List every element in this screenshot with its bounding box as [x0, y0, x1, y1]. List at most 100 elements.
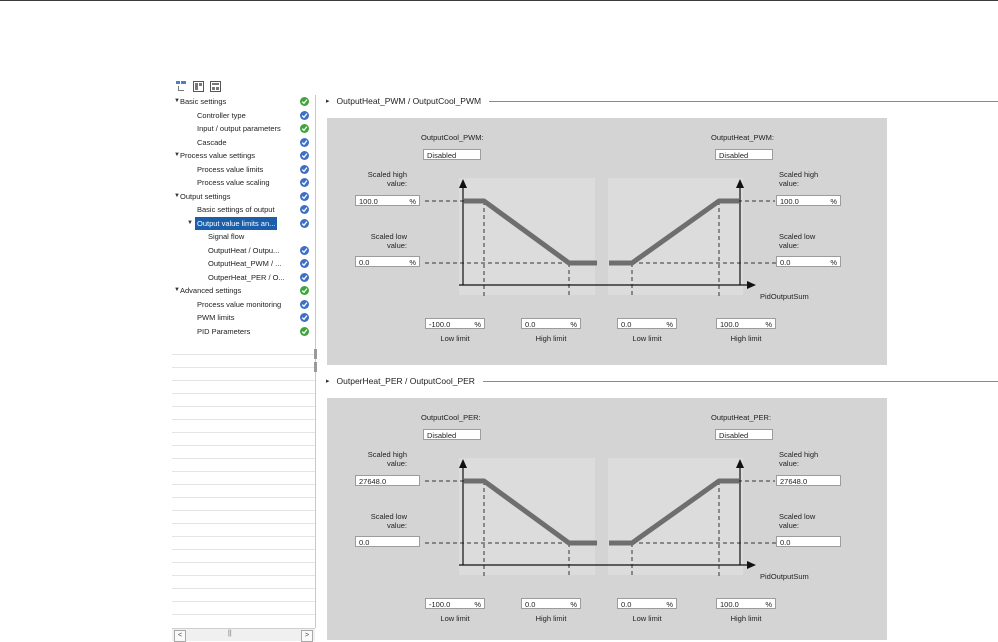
section-header-pwm[interactable]: ▸ OutputHeat_PWM / OutputCool_PWM [326, 95, 998, 107]
field-value: -100.0 [429, 320, 451, 329]
scaled-low-right-field[interactable]: 0.0% [776, 256, 841, 267]
tree-item[interactable]: ▼ Process value settings [172, 149, 315, 162]
tree-item-label: OutperHeat_PER / O... [208, 272, 285, 282]
scroll-thumb[interactable]: || [228, 630, 232, 637]
field-value: 0.0 [359, 538, 370, 547]
scaled-high-label-left: Scaled high value: [367, 450, 407, 468]
status-ok-icon [300, 97, 309, 106]
tree-item[interactable]: Basic settings of output [172, 203, 315, 216]
tree-item-label: Process value limits [197, 164, 264, 174]
output-cool-mode-field[interactable]: Disabled [423, 149, 481, 160]
scaled-high-left-field[interactable]: 100.0% [355, 195, 420, 206]
scaled-low-label-right: Scaled low value: [779, 512, 816, 530]
tree-item[interactable]: OutperHeat_PER / O... [172, 271, 315, 284]
split-view-icon[interactable] [193, 80, 204, 92]
limit-caption: Low limit [632, 614, 662, 623]
field-unit: % [570, 600, 577, 609]
scroll-left-button[interactable]: < [174, 630, 186, 642]
tree-item[interactable]: PWM limits [172, 311, 315, 324]
structure-view-icon[interactable] [176, 80, 187, 92]
tree-item-label: Process value scaling [197, 178, 270, 187]
field-unit: % [830, 197, 837, 206]
tree-item[interactable]: Signal flow [172, 230, 315, 243]
field-value: 100.0 [780, 197, 799, 206]
tree-item[interactable]: Cascade [172, 136, 315, 149]
tree-horizontal-scrollbar[interactable]: < || > [172, 628, 315, 642]
field-unit: % [409, 197, 416, 206]
field-unit: % [474, 320, 481, 329]
limit-field[interactable]: 0.0% [617, 598, 677, 609]
field-unit: % [765, 320, 772, 329]
collapse-caret-icon[interactable]: ▸ [326, 377, 330, 385]
scaled-high-label-right: Scaled high value: [779, 170, 819, 188]
output-cool-mode-field[interactable]: Disabled [423, 429, 481, 440]
tree-item[interactable]: ▼ Basic settings [172, 95, 315, 108]
expand-arrow-icon[interactable]: ▼ [187, 217, 193, 230]
field-value: 100.0 [359, 197, 378, 206]
tree-item[interactable]: ▼ Output settings [172, 190, 315, 203]
output-cool-label: OutputCool_PWM: [421, 133, 484, 142]
limit-field[interactable]: -100.0% [425, 318, 485, 329]
status-ok-icon [300, 286, 309, 295]
x-axis-label: PidOutputSum [760, 572, 809, 581]
tree-item[interactable]: ▼ Output value limits an... [172, 216, 315, 230]
field-unit: % [570, 320, 577, 329]
scroll-right-button[interactable]: > [301, 630, 313, 642]
plot-area-cool [459, 458, 595, 575]
limit-caption: Low limit [440, 334, 470, 343]
tree-item[interactable]: PID Parameters [172, 325, 315, 338]
field-value: 0.0 [525, 320, 536, 329]
tree-item[interactable]: ▼ Advanced settings [172, 284, 315, 297]
limit-field[interactable]: 100.0% [716, 598, 776, 609]
tree-item[interactable]: Controller type [172, 109, 315, 122]
pwm-output-limits-panel: OutputCool_PWM: Disabled OutputHeat_PWM: Di… [327, 118, 887, 365]
function-view-icon[interactable] [210, 80, 221, 92]
limit-field[interactable]: 0.0% [521, 598, 581, 609]
limit-caption: Low limit [440, 614, 470, 623]
tree-item[interactable]: Process value limits [172, 163, 315, 176]
status-configured-icon [300, 272, 309, 282]
output-heat-mode-field[interactable]: Disabled [715, 149, 773, 160]
field-value: 0.0 [359, 258, 370, 267]
scaled-low-right-field[interactable]: 0.0 [776, 536, 841, 547]
scaled-low-label-left: Scaled low value: [370, 512, 407, 530]
collapse-caret-icon[interactable]: ▸ [326, 97, 330, 105]
tree-item-label: Input / output parameters [197, 124, 281, 133]
tree-item-label: Signal flow [208, 232, 245, 241]
tree-item[interactable]: Input / output parameters [172, 122, 315, 135]
tree-item[interactable]: Process value scaling [172, 176, 315, 189]
tree-item[interactable]: Process value monitoring [172, 298, 315, 311]
output-heat-mode-field[interactable]: Disabled [715, 429, 773, 440]
field-value: 0.0 [525, 600, 536, 609]
status-configured-icon [300, 151, 309, 160]
tree-item[interactable]: OutputHeat_PWM / ... [172, 257, 315, 270]
limit-caption: High limit [730, 614, 762, 623]
scaled-high-label-left: Scaled high value: [367, 170, 407, 188]
limit-field[interactable]: 0.0% [617, 318, 677, 329]
limit-caption: High limit [535, 334, 567, 343]
output-heat-label: OutputHeat_PER: [711, 413, 772, 422]
plot-area-heat [608, 458, 743, 575]
field-unit: % [409, 258, 416, 267]
tree-item-label: Process value settings [180, 151, 256, 160]
scaled-high-left-field[interactable]: 27648.0 [355, 475, 420, 486]
tree-item-label: Advanced settings [180, 286, 242, 295]
scaled-low-left-field[interactable]: 0.0 [355, 536, 420, 547]
status-configured-icon [300, 178, 309, 187]
limit-field[interactable]: 100.0% [716, 318, 776, 329]
scaled-low-left-field[interactable]: 0.0% [355, 256, 420, 267]
scaled-high-right-field[interactable]: 100.0% [776, 195, 841, 206]
tree-item-label: Process value monitoring [197, 299, 282, 309]
status-configured-icon [300, 191, 309, 201]
status-ok-icon [300, 124, 309, 133]
scaled-high-right-field[interactable]: 27648.0 [776, 475, 841, 486]
field-value: 100.0 [720, 320, 739, 329]
section-title: OutputHeat_PWM / OutputCool_PWM [336, 96, 482, 106]
splitter-handle[interactable] [314, 349, 317, 359]
splitter-handle[interactable] [314, 362, 317, 372]
tree-item[interactable]: OutputHeat / Outpu... [172, 244, 315, 257]
section-header-per[interactable]: ▸ OutperHeat_PER / OutputCool_PER [326, 375, 998, 387]
limit-field[interactable]: -100.0% [425, 598, 485, 609]
limit-field[interactable]: 0.0% [521, 318, 581, 329]
plot-area-cool [459, 178, 595, 295]
